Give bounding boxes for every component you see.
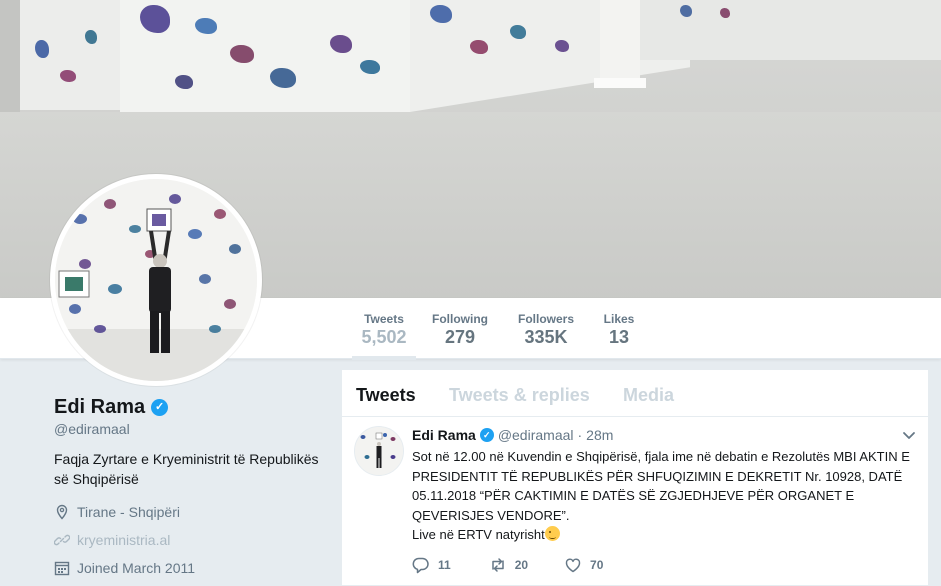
joined-text: Joined March 2011 bbox=[77, 560, 196, 576]
profile-avatar[interactable] bbox=[50, 174, 262, 386]
location-text: Tirane - Shqipëri bbox=[77, 504, 180, 520]
tweet-text: Sot në 12.00 në Kuvendin e Shqipërisë, f… bbox=[412, 447, 917, 545]
tweet-separator: · bbox=[577, 427, 583, 443]
header-panel-left bbox=[20, 0, 120, 110]
tweet-author-name[interactable]: Edi Rama bbox=[412, 427, 476, 443]
timeline-tabs: Tweets Tweets & replies Media bbox=[342, 370, 928, 417]
header-pillar bbox=[600, 0, 640, 85]
tweet-avatar-photo bbox=[355, 427, 403, 475]
stat-tweets[interactable]: Tweets 5,502 bbox=[352, 298, 416, 360]
profile-joined: Joined March 2011 bbox=[54, 557, 334, 579]
artwork-blob bbox=[85, 30, 97, 44]
tweet-body: Sot në 12.00 në Kuvendin e Shqipërisë, f… bbox=[412, 449, 910, 542]
header-pillar-base bbox=[594, 78, 646, 88]
stat-following[interactable]: Following 279 bbox=[428, 298, 492, 356]
tweet-header: Edi Rama ✓ @ediramaal · 28m bbox=[412, 427, 613, 443]
tab-tweets[interactable]: Tweets bbox=[356, 385, 416, 406]
profile-website: kryeministria.al bbox=[54, 529, 334, 551]
artwork-blob bbox=[510, 25, 526, 39]
reply-count: 11 bbox=[438, 558, 451, 572]
artwork-blob bbox=[430, 5, 452, 23]
retweet-button[interactable]: 20 bbox=[489, 556, 528, 574]
artwork-blob bbox=[330, 35, 352, 53]
winking-face-icon bbox=[544, 526, 560, 541]
stat-value: 13 bbox=[608, 327, 630, 347]
stat-value: 5,502 bbox=[361, 327, 407, 347]
tweet-avatar[interactable] bbox=[354, 426, 404, 476]
profile-name[interactable]: Edi Rama bbox=[54, 396, 145, 419]
profile-bio: Faqja Zyrtare e Kryeministrit të Republi… bbox=[54, 451, 319, 487]
artwork-blob bbox=[270, 68, 296, 88]
profile-card: Edi Rama ✓ @ediramaal Faqja Zyrtare e Kr… bbox=[54, 396, 334, 579]
profile-name-row: Edi Rama ✓ bbox=[54, 396, 334, 419]
artwork-blob bbox=[60, 70, 76, 82]
retweet-icon bbox=[491, 558, 504, 572]
avatar-photo bbox=[55, 179, 257, 381]
calendar-icon bbox=[54, 561, 70, 576]
reply-icon bbox=[412, 557, 429, 574]
verified-badge-icon: ✓ bbox=[151, 399, 169, 416]
retweet-count: 20 bbox=[514, 558, 529, 572]
stat-likes[interactable]: Likes 13 bbox=[597, 298, 641, 356]
chevron-down-icon[interactable] bbox=[901, 427, 917, 443]
artwork-blob bbox=[35, 40, 49, 58]
artwork-blob bbox=[470, 40, 488, 54]
tab-tweets-replies[interactable]: Tweets & replies bbox=[449, 385, 590, 406]
like-count: 70 bbox=[590, 558, 604, 572]
verified-badge-icon: ✓ bbox=[479, 428, 494, 442]
artwork-blob bbox=[680, 5, 692, 17]
artwork-blob bbox=[175, 75, 193, 89]
like-button[interactable]: 70 bbox=[564, 556, 603, 574]
heart-icon bbox=[565, 558, 581, 573]
stat-followers[interactable]: Followers 335K bbox=[514, 298, 578, 356]
website-link[interactable]: kryeministria.al bbox=[77, 532, 170, 548]
artwork-blob bbox=[360, 60, 380, 74]
artwork-blob bbox=[720, 8, 730, 18]
tweet[interactable]: Edi Rama ✓ @ediramaal · 28m Sot në 12.00… bbox=[342, 417, 928, 585]
stat-label: Tweets bbox=[364, 312, 404, 326]
tweet-author-handle[interactable]: @ediramaal bbox=[498, 427, 574, 443]
artwork-blob bbox=[195, 18, 217, 34]
profile-location: Tirane - Shqipëri bbox=[54, 501, 334, 523]
timeline: Tweets Tweets & replies Media Edi Rama ✓ bbox=[341, 369, 929, 586]
reply-button[interactable]: 11 bbox=[412, 556, 451, 574]
profile-handle[interactable]: @ediramaal bbox=[54, 421, 334, 437]
artwork-blob bbox=[230, 45, 254, 63]
stat-label: Followers bbox=[517, 312, 574, 326]
stat-label: Likes bbox=[603, 312, 635, 326]
tweet-actions: 11 20 70 bbox=[412, 556, 603, 574]
tweet-timestamp[interactable]: 28m bbox=[586, 427, 613, 443]
tab-media[interactable]: Media bbox=[623, 385, 674, 406]
location-pin-icon bbox=[56, 504, 68, 520]
artwork-blob bbox=[555, 40, 569, 52]
stat-label: Following bbox=[432, 312, 488, 326]
stat-value: 279 bbox=[444, 327, 476, 347]
link-icon bbox=[54, 534, 70, 546]
stat-value: 335K bbox=[524, 327, 568, 347]
